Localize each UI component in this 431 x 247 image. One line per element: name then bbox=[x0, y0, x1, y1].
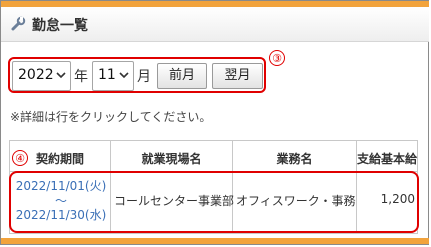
year-label: 年 bbox=[74, 69, 88, 85]
chevron-down-icon bbox=[119, 72, 129, 79]
year-value: 2022 bbox=[18, 67, 54, 83]
column-header-pay: 支給基本給 bbox=[357, 152, 418, 166]
base-pay: 1,200 bbox=[380, 192, 415, 206]
chevron-down-icon bbox=[56, 72, 66, 79]
instruction-note: ※詳細は行をクリックしてください。 bbox=[10, 110, 212, 124]
year-select[interactable]: 2022 bbox=[12, 61, 71, 91]
column-header-job: 業務名 bbox=[276, 152, 313, 166]
annotation-marker-4: ④ bbox=[12, 150, 28, 166]
wrench-icon bbox=[11, 16, 26, 31]
panel-header: 勤怠一覧 bbox=[1, 7, 429, 42]
page-title: 勤怠一覧 bbox=[32, 18, 88, 34]
next-month-button[interactable]: 翌月 bbox=[212, 63, 263, 89]
month-label: 月 bbox=[137, 69, 151, 85]
site-name: コールセンター事業部 bbox=[114, 194, 235, 208]
bottom-accent-bar bbox=[1, 238, 429, 244]
period-end[interactable]: 2022/11/30(水) bbox=[12, 206, 110, 223]
column-header-site: 就業現場名 bbox=[141, 152, 202, 166]
table-border-bottom bbox=[9, 233, 418, 234]
month-select[interactable]: 11 bbox=[92, 61, 134, 91]
job-name: オフィスワーク・事務 bbox=[236, 194, 356, 208]
month-value: 11 bbox=[98, 67, 116, 83]
prev-month-button[interactable]: 前月 bbox=[157, 63, 207, 89]
annotation-marker-3: ③ bbox=[269, 50, 285, 66]
